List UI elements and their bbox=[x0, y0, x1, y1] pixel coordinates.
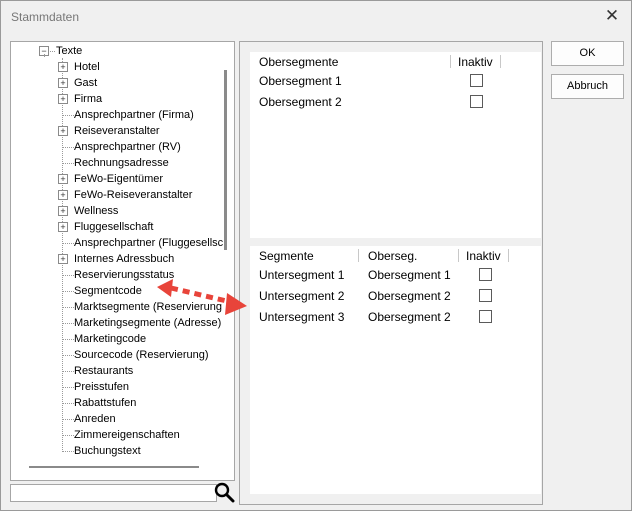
segmente-grid[interactable]: Segmente Oberseg. Inaktiv Untersegment 1… bbox=[250, 246, 541, 494]
tree-item-label: Rabattstufen bbox=[74, 397, 137, 409]
column-separator bbox=[500, 55, 501, 68]
segmente-header: Segmente Oberseg. Inaktiv bbox=[250, 246, 541, 264]
obersegmente-grid[interactable]: Obersegmente Inaktiv Obersegment 1 Obers… bbox=[250, 52, 541, 238]
obersegment-name: Obersegment 1 bbox=[259, 74, 342, 88]
expand-icon[interactable]: + bbox=[58, 62, 68, 72]
tree-item-label: Gast bbox=[74, 77, 98, 89]
search-icon[interactable] bbox=[213, 481, 235, 503]
column-separator bbox=[508, 249, 509, 262]
abbruch-button[interactable]: Abbruch bbox=[551, 74, 624, 99]
tree-item-label: Zimmereigenschaften bbox=[74, 429, 180, 441]
tree-item-label: Rechnungsadresse bbox=[74, 157, 169, 169]
tree-connector bbox=[63, 339, 74, 340]
tree-item-label: Ansprechpartner (Fluggesellsc bbox=[74, 237, 224, 249]
column-header-oberseg[interactable]: Oberseg. bbox=[368, 249, 417, 263]
horizontal-scrollbar-thumb[interactable] bbox=[29, 466, 199, 468]
obersegmente-header: Obersegmente Inaktiv bbox=[250, 52, 541, 70]
tree-item-label: Preisstufen bbox=[74, 381, 130, 393]
tree-connector bbox=[63, 323, 74, 324]
search-input[interactable] bbox=[10, 484, 217, 502]
tree-connector bbox=[63, 291, 74, 292]
tree-item-label: Buchungstext bbox=[74, 445, 141, 457]
expand-icon[interactable]: + bbox=[58, 206, 68, 216]
tree-connector bbox=[63, 355, 74, 356]
column-separator bbox=[458, 249, 459, 262]
column-header-inaktiv[interactable]: Inaktiv bbox=[458, 55, 493, 69]
title-bar: Stammdaten ✕ bbox=[1, 1, 631, 33]
tree-item-label: Wellness bbox=[74, 205, 119, 217]
arrow-shaft bbox=[170, 285, 232, 305]
column-separator bbox=[358, 249, 359, 262]
tree-item-label: Hotel bbox=[74, 61, 100, 73]
stammdaten-dialog: Stammdaten ✕ − Texte + Hotel + Gast + Firma An… bbox=[0, 0, 632, 511]
tree-item-label: Fluggesellschaft bbox=[74, 221, 154, 233]
inaktiv-checkbox[interactable] bbox=[470, 74, 483, 87]
annotation-arrow-icon bbox=[157, 279, 247, 315]
tree-root-label: Texte bbox=[56, 45, 83, 57]
tree-item-label: Sourcecode (Reservierung) bbox=[74, 349, 209, 361]
tree-connector bbox=[63, 419, 74, 420]
column-header-segmente[interactable]: Segmente bbox=[259, 249, 314, 263]
tree-line bbox=[44, 54, 45, 56]
tree-item-label: FeWo-Reiseveranstalter bbox=[74, 189, 193, 201]
obersegment-name: Obersegment 2 bbox=[259, 95, 342, 109]
tree-item-label: FeWo-Eigentümer bbox=[74, 173, 164, 185]
expand-icon[interactable]: + bbox=[58, 222, 68, 232]
segment-panel: Obersegmente Inaktiv Obersegment 1 Obers… bbox=[239, 41, 543, 505]
segment-oberseg: Obersegment 1 bbox=[368, 268, 451, 282]
inaktiv-checkbox[interactable] bbox=[479, 310, 492, 323]
tree-connector bbox=[63, 147, 74, 148]
expand-icon[interactable]: + bbox=[58, 174, 68, 184]
tree-item-label: Reiseveranstalter bbox=[74, 125, 160, 137]
tree-connector bbox=[63, 243, 74, 244]
inaktiv-checkbox[interactable] bbox=[470, 95, 483, 108]
arrow-head-right bbox=[225, 293, 247, 315]
tree-connector bbox=[63, 307, 74, 308]
tree-connector bbox=[63, 275, 74, 276]
tree-connector bbox=[50, 51, 55, 52]
arrow-head-left bbox=[157, 279, 173, 297]
expand-icon[interactable]: + bbox=[58, 190, 68, 200]
tree-item-label: Segmentcode bbox=[74, 285, 142, 297]
close-icon[interactable]: ✕ bbox=[601, 5, 623, 27]
tree-item-label: Internes Adressbuch bbox=[74, 253, 175, 265]
segment-oberseg: Obersegment 2 bbox=[368, 310, 451, 324]
tree-connector bbox=[63, 451, 74, 452]
column-header-obersegmente[interactable]: Obersegmente bbox=[259, 55, 338, 69]
tree-connector bbox=[63, 115, 74, 116]
tree-item-label: Firma bbox=[74, 93, 103, 105]
segment-name: Untersegment 1 bbox=[259, 268, 345, 282]
tree-connector bbox=[63, 387, 74, 388]
expand-icon[interactable]: + bbox=[58, 94, 68, 104]
tree-connector bbox=[63, 371, 74, 372]
vertical-scrollbar-thumb[interactable] bbox=[224, 70, 227, 250]
ok-button[interactable]: OK bbox=[551, 41, 624, 66]
tree-connector bbox=[63, 435, 74, 436]
expand-icon[interactable]: + bbox=[58, 126, 68, 136]
tree-item-label: Restaurants bbox=[74, 365, 134, 377]
segment-name: Untersegment 2 bbox=[259, 289, 345, 303]
segment-name: Untersegment 3 bbox=[259, 310, 345, 324]
expand-icon[interactable]: + bbox=[58, 254, 68, 264]
tree-connector bbox=[63, 163, 74, 164]
inaktiv-checkbox[interactable] bbox=[479, 289, 492, 302]
column-header-inaktiv[interactable]: Inaktiv bbox=[466, 249, 501, 263]
inaktiv-checkbox[interactable] bbox=[479, 268, 492, 281]
segment-oberseg: Obersegment 2 bbox=[368, 289, 451, 303]
tree-connector bbox=[63, 403, 74, 404]
tree-item-label: Marketingcode bbox=[74, 333, 147, 345]
expand-icon[interactable]: + bbox=[58, 78, 68, 88]
column-separator bbox=[450, 55, 451, 68]
tree-item-label: Ansprechpartner (Firma) bbox=[74, 109, 194, 121]
tree-view[interactable]: − Texte + Hotel + Gast + Firma Ansprechpartner… bbox=[10, 41, 235, 481]
tree-item-label: Ansprechpartner (RV) bbox=[74, 141, 181, 153]
window-title: Stammdaten bbox=[11, 10, 80, 24]
tree-item-label: Anreden bbox=[74, 413, 116, 425]
